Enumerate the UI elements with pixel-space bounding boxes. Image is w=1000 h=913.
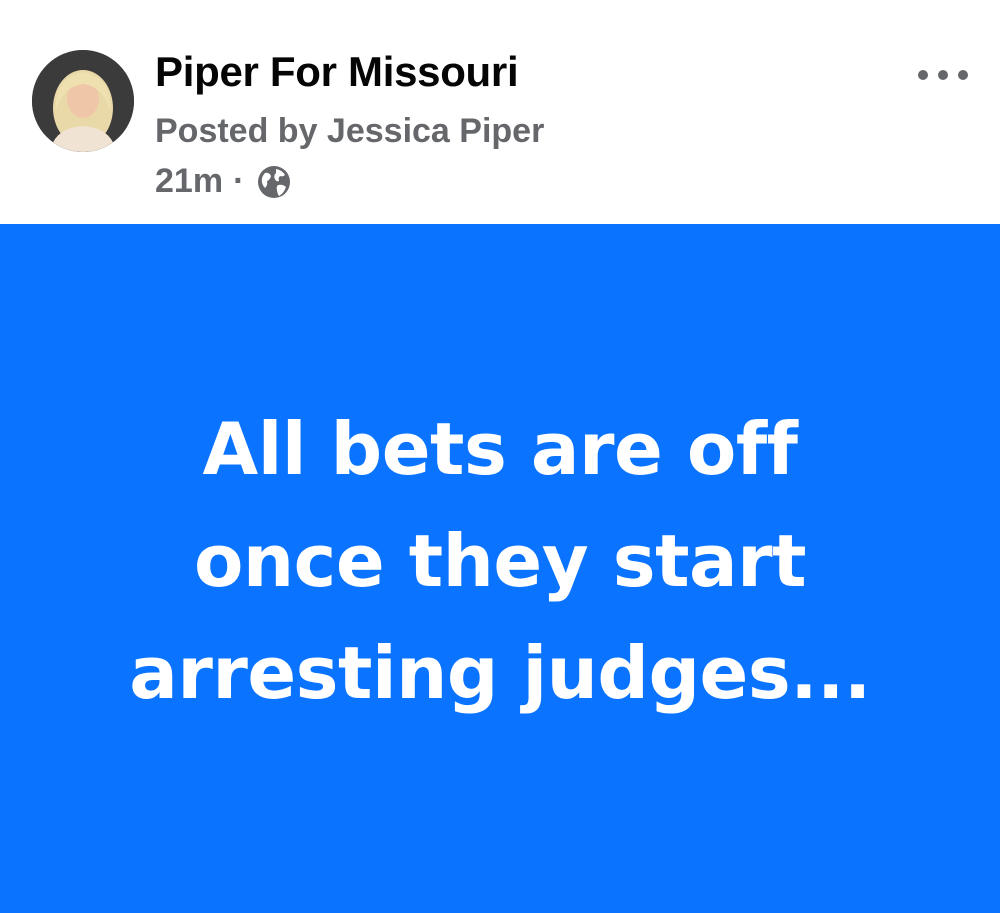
- more-dot: [958, 70, 968, 80]
- post-text-background[interactable]: All bets are off once they start arresti…: [0, 224, 1000, 913]
- post-meta: 21m ·: [155, 162, 292, 201]
- post-text-line: once they start: [193, 518, 807, 603]
- meta-separator: ·: [233, 162, 245, 200]
- post-text-line: All bets are off: [202, 406, 798, 491]
- profile-avatar[interactable]: [32, 50, 134, 152]
- more-options-icon[interactable]: [918, 62, 968, 88]
- post-text-line: arresting judges...: [129, 630, 871, 715]
- more-dot: [918, 70, 928, 80]
- avatar-image: [32, 50, 134, 152]
- post-text: All bets are off once they start arresti…: [129, 393, 871, 729]
- globe-icon[interactable]: [256, 164, 292, 200]
- post-timestamp[interactable]: 21m: [155, 162, 223, 201]
- post-header: Piper For Missouri Posted by Jessica Pip…: [0, 0, 1000, 224]
- page-name[interactable]: Piper For Missouri: [155, 48, 519, 96]
- posted-by-label: Posted by Jessica Piper: [155, 112, 545, 150]
- more-dot: [938, 70, 948, 80]
